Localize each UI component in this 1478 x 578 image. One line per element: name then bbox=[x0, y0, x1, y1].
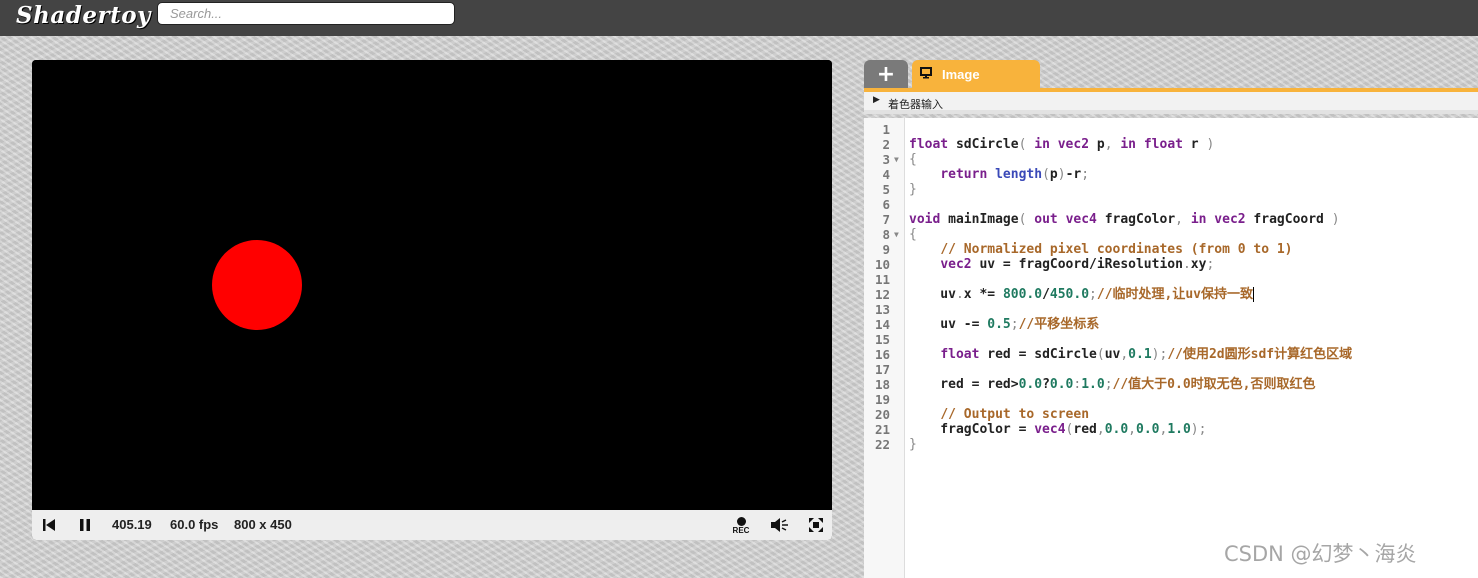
line-number: 13 bbox=[874, 302, 890, 317]
code-line[interactable]: } bbox=[909, 437, 917, 452]
code-line[interactable]: // Normalized pixel coordinates (from 0 … bbox=[909, 242, 1292, 257]
volume-icon[interactable] bbox=[768, 510, 792, 540]
line-number: 4 bbox=[882, 167, 890, 182]
line-number: 5 bbox=[882, 182, 890, 197]
line-number: 8 bbox=[882, 227, 890, 242]
line-number: 19 bbox=[874, 392, 890, 407]
line-number: 21 bbox=[874, 422, 890, 437]
line-number: 20 bbox=[874, 407, 890, 422]
line-number: 22 bbox=[874, 437, 890, 452]
line-number: 3 bbox=[882, 152, 890, 167]
line-number: 7 bbox=[882, 212, 890, 227]
shader-player: 405.19 60.0 fps 800 x 450 REC bbox=[32, 60, 832, 540]
code-line[interactable]: float red = sdCircle(uv,0.1);//使用2d圆形sdf… bbox=[909, 347, 1352, 362]
code-line[interactable]: uv.x *= 800.0/450.0;//临时处理,让uv保持一致 bbox=[909, 287, 1255, 302]
line-number: 12 bbox=[874, 287, 890, 302]
code-line[interactable]: red = red>0.0?0.0:1.0;//值大于0.0时取无色,否则取红色 bbox=[909, 377, 1315, 392]
line-number: 10 bbox=[874, 257, 890, 272]
player-controls: 405.19 60.0 fps 800 x 450 REC bbox=[32, 510, 832, 540]
record-icon bbox=[736, 516, 746, 526]
time-readout: 405.19 bbox=[112, 517, 152, 532]
shader-inputs-label: 着色器输入 bbox=[888, 98, 943, 111]
code-line[interactable]: vec2 uv = fragCoord/iResolution.xy; bbox=[909, 257, 1214, 272]
fold-arrow-icon[interactable]: ▼ bbox=[894, 152, 899, 167]
code-line[interactable]: uv -= 0.5;//平移坐标系 bbox=[909, 317, 1099, 332]
pause-icon[interactable] bbox=[74, 510, 96, 540]
render-canvas[interactable] bbox=[32, 60, 832, 510]
line-number: 2 bbox=[882, 137, 890, 152]
code-line[interactable]: fragColor = vec4(red,0.0,0.0,1.0); bbox=[909, 422, 1206, 437]
rendered-red-circle bbox=[212, 240, 302, 330]
line-number: 1 bbox=[882, 122, 890, 137]
code-line[interactable]: { bbox=[909, 227, 917, 242]
search-input[interactable] bbox=[157, 2, 455, 25]
watermark: CSDN @幻梦丶海炎 bbox=[1224, 542, 1417, 566]
rewind-icon[interactable] bbox=[38, 510, 60, 540]
line-number: 14 bbox=[874, 317, 890, 332]
record-button[interactable]: REC bbox=[728, 510, 754, 540]
rec-label: REC bbox=[732, 525, 750, 535]
line-number: 11 bbox=[874, 272, 890, 287]
code-line[interactable]: void mainImage( out vec4 fragColor, in v… bbox=[909, 212, 1340, 227]
line-number: 17 bbox=[874, 362, 890, 377]
shadertoy-logo[interactable]: Shadertoy bbox=[16, 2, 151, 29]
line-number: 15 bbox=[874, 332, 890, 347]
line-number: 16 bbox=[874, 347, 890, 362]
tab-image-label: Image bbox=[942, 66, 980, 82]
code-line[interactable]: float sdCircle( in vec2 p, in float r ) bbox=[909, 137, 1214, 152]
line-number: 6 bbox=[882, 197, 890, 212]
line-number: 18 bbox=[874, 377, 890, 392]
expand-arrow-icon: ▶ bbox=[873, 95, 880, 105]
code-line[interactable]: { bbox=[909, 152, 917, 167]
top-bar: Shadertoy bbox=[0, 0, 1478, 36]
add-tab-button[interactable]: + bbox=[864, 60, 908, 88]
code-line[interactable]: return length(p)-r; bbox=[909, 167, 1089, 182]
fold-arrow-icon[interactable]: ▼ bbox=[894, 227, 899, 242]
shader-inputs-toggle[interactable]: ▶ 着色器输入 bbox=[864, 92, 1478, 114]
code-editor-panel: + Image ▶ 着色器输入 1 2 float sdCircle( in ve… bbox=[864, 60, 1478, 578]
resolution-readout: 800 x 450 bbox=[234, 517, 292, 532]
code-line[interactable]: // Output to screen bbox=[909, 407, 1089, 422]
code-area[interactable]: 1 2 float sdCircle( in vec2 p, in float r… bbox=[864, 118, 1478, 578]
tab-image[interactable]: Image bbox=[912, 60, 1040, 88]
monitor-icon bbox=[920, 66, 932, 82]
code-line[interactable]: } bbox=[909, 182, 917, 197]
fps-readout: 60.0 fps bbox=[170, 517, 219, 532]
line-number: 9 bbox=[882, 242, 890, 257]
fullscreen-icon[interactable] bbox=[804, 510, 828, 540]
